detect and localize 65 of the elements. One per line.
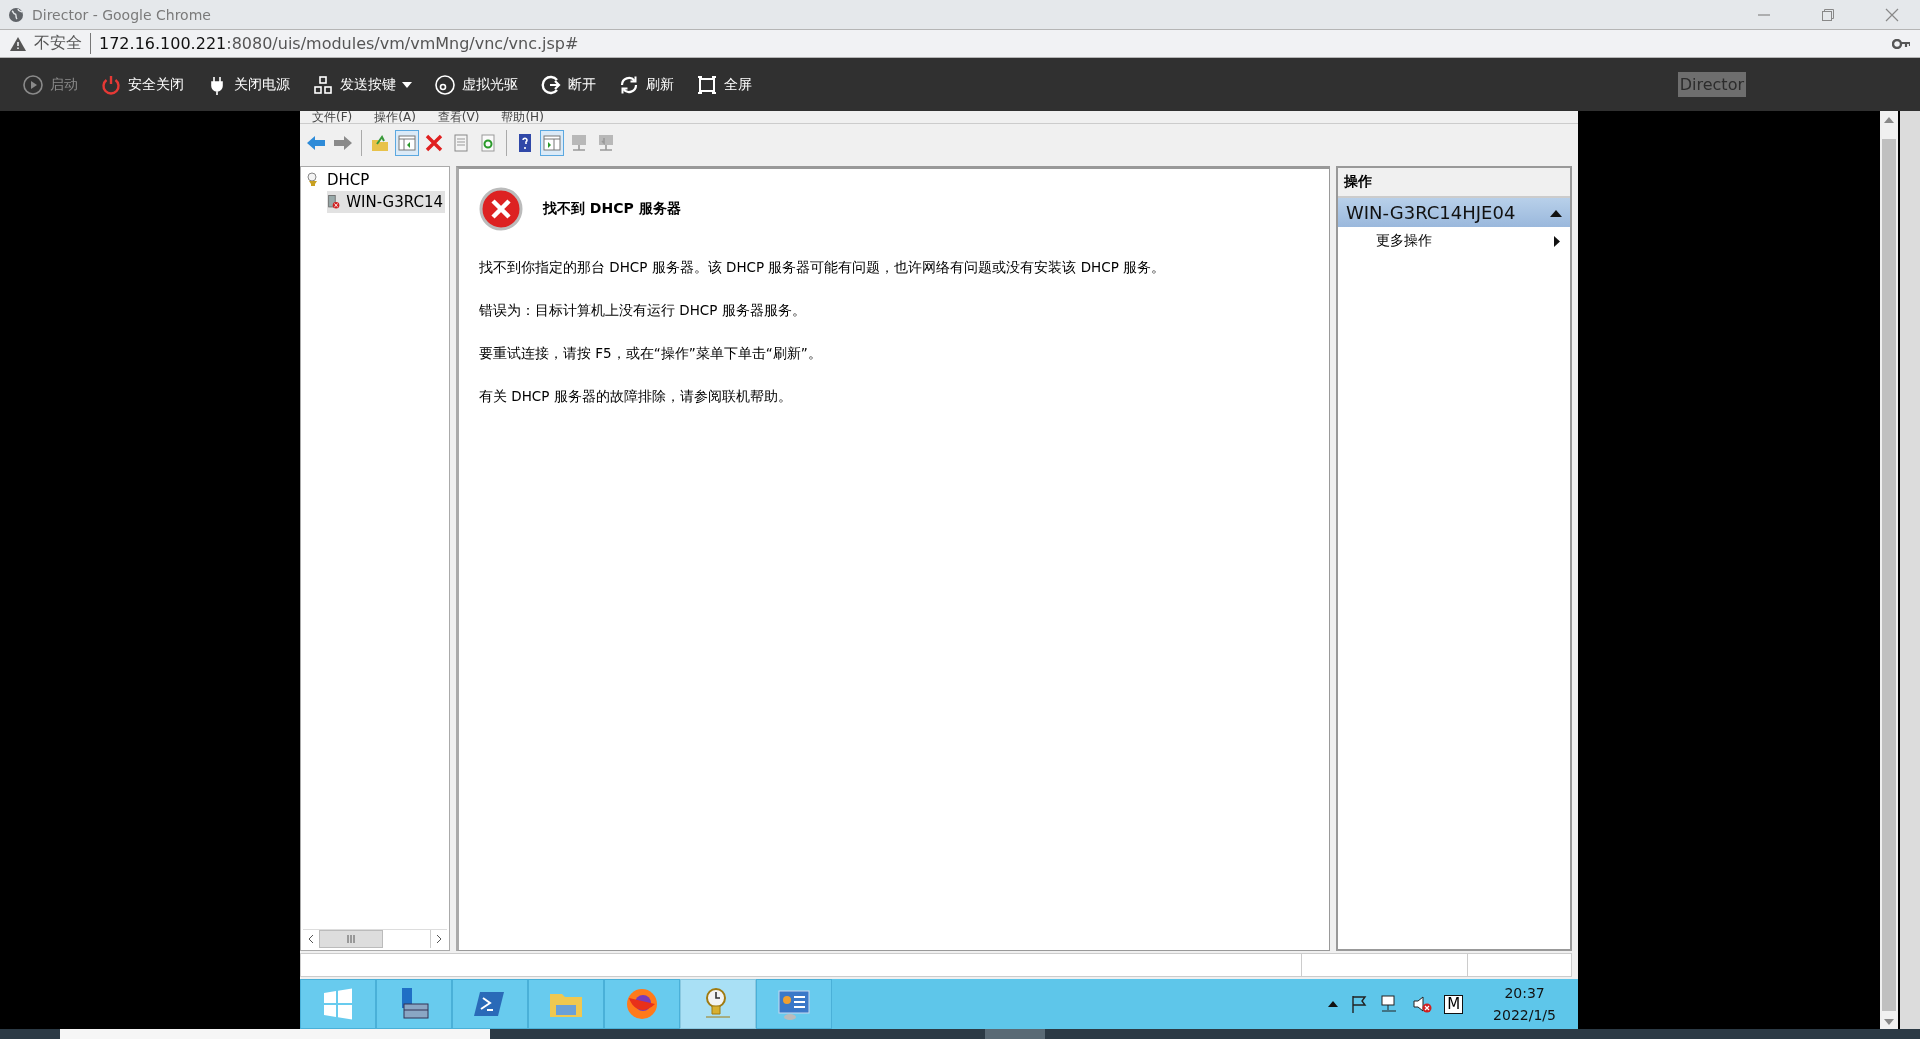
warning-icon xyxy=(10,36,26,51)
back-arrow-icon xyxy=(306,133,326,153)
url-text[interactable]: 172.16.100.221:8080/uis/modules/vm/vmMng/vnc/vnc.jsp# xyxy=(99,34,579,53)
refresh-icon xyxy=(478,133,498,153)
director-label: Director xyxy=(1677,72,1746,97)
keys-button[interactable]: 发送按键 xyxy=(304,69,420,100)
console-tree-icon xyxy=(397,133,417,153)
power-button[interactable]: 安全关闭 xyxy=(92,69,192,100)
bottom-bar-handle[interactable] xyxy=(985,1029,1045,1039)
menu-item[interactable]: 操作(A) xyxy=(374,111,416,123)
disconnect-icon xyxy=(540,73,562,96)
error-icon xyxy=(479,187,523,231)
taskbar-button[interactable] xyxy=(756,979,832,1029)
speaker-muted-icon[interactable] xyxy=(1412,995,1433,1013)
taskbar-button[interactable] xyxy=(452,979,528,1029)
error-message: 错误为：目标计算机上没有运行 DHCP 服务器服务。 xyxy=(479,302,807,320)
menu-item[interactable]: 查看(V) xyxy=(437,111,480,123)
error-message: 找不到你指定的那台 DHCP 服务器。该 DHCP 服务器可能有问题，也许网络有问题或没有安装该 DHCP 服务。 xyxy=(479,259,1167,277)
actions-header: 操作 xyxy=(1338,168,1570,198)
delete-icon xyxy=(424,133,444,153)
plug-button[interactable]: 关闭电源 xyxy=(198,69,298,100)
disc-icon xyxy=(434,73,456,96)
scroll-down-icon xyxy=(1884,1019,1894,1025)
scrollbar-thumb[interactable] xyxy=(319,930,383,948)
vertical-scrollbar[interactable] xyxy=(1880,111,1898,1029)
taskbar-button[interactable] xyxy=(604,979,680,1029)
monitor-icon xyxy=(596,133,616,153)
keys-icon xyxy=(312,73,334,96)
tree-item[interactable]: WIN-G3RC14 xyxy=(327,191,445,213)
monitor-icon xyxy=(569,133,589,153)
submenu-arrow-icon xyxy=(1554,235,1560,247)
taskbar-button[interactable] xyxy=(680,979,756,1029)
input-method-indicator[interactable]: M xyxy=(1444,994,1464,1014)
taskbar-button[interactable] xyxy=(528,979,604,1029)
scroll-up-icon xyxy=(1884,117,1894,123)
globe-icon xyxy=(8,6,24,23)
window-title: Director - Google Chrome xyxy=(32,6,211,23)
properties-icon xyxy=(451,133,471,153)
error-message: 要重试连接，请按 F5，或在“操作”菜单下单击“刷新”。 xyxy=(479,345,823,363)
clock[interactable]: 20:37 2022/1/5 xyxy=(1493,982,1556,1026)
forward-arrow-icon xyxy=(333,133,353,153)
error-message: 有关 DHCP 服务器的故障排除，请参阅联机帮助。 xyxy=(479,388,793,406)
action-item[interactable]: 更多操作 xyxy=(1338,227,1570,255)
fullscreen-icon xyxy=(696,73,718,96)
firefox-icon xyxy=(624,986,660,1022)
power-icon xyxy=(100,73,122,96)
disc-button[interactable]: 虚拟光驱 xyxy=(426,69,526,100)
taskbar-button[interactable] xyxy=(300,979,376,1029)
menu-item[interactable]: 文件(F) xyxy=(312,111,353,123)
flag-icon[interactable] xyxy=(1350,995,1369,1013)
disconnect-button[interactable]: 断开 xyxy=(532,69,604,100)
refresh-button[interactable]: 刷新 xyxy=(610,69,682,100)
taskbar-button[interactable] xyxy=(376,979,452,1029)
play-icon xyxy=(22,73,44,96)
menu-item[interactable]: 帮助(H) xyxy=(501,111,544,123)
action-pane-icon xyxy=(542,133,562,153)
action-group-header[interactable]: WIN-G3RC14HJE04 xyxy=(1338,198,1570,227)
security-label[interactable]: 不安全 xyxy=(34,33,91,54)
server-error-icon xyxy=(327,193,341,211)
error-title: 找不到 DHCP 服务器 xyxy=(543,200,681,218)
folder-up-icon xyxy=(370,133,390,153)
fullscreen-button[interactable]: 全屏 xyxy=(688,69,760,100)
tree-item[interactable]: DHCP xyxy=(305,169,445,191)
key-icon[interactable] xyxy=(1892,38,1910,49)
tray-expand-icon[interactable] xyxy=(1328,1001,1339,1007)
